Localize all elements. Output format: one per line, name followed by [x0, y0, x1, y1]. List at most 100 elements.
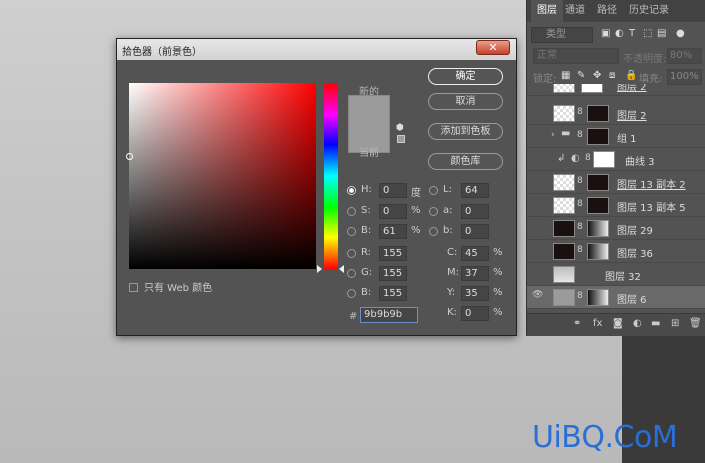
layer-row[interactable]: 8 图层 36: [527, 240, 705, 263]
lock-transparent-icon[interactable]: ▦: [561, 70, 570, 81]
layer-mask-thumbnail[interactable]: [587, 220, 609, 237]
checkbox-icon[interactable]: [129, 283, 138, 292]
input-y[interactable]: 35: [461, 286, 489, 301]
fx-icon[interactable]: fx: [593, 318, 602, 329]
radio-a[interactable]: [429, 207, 438, 216]
tab-channels[interactable]: 通道: [559, 0, 591, 22]
layer-name[interactable]: 图层 36: [617, 245, 653, 260]
radio-g[interactable]: [347, 269, 356, 278]
layer-row[interactable]: 8 图层 2: [527, 102, 705, 125]
color-library-button[interactable]: 颜色库: [428, 153, 503, 170]
layer-row[interactable]: 图层 32: [527, 263, 705, 286]
input-h[interactable]: 0: [379, 183, 407, 198]
link-layers-icon[interactable]: ⚭: [573, 318, 581, 329]
close-button[interactable]: ✕: [476, 40, 510, 55]
layer-name[interactable]: 图层 2: [617, 107, 647, 122]
radio-h[interactable]: [347, 186, 356, 195]
fill-input[interactable]: 100%: [667, 69, 702, 85]
hue-slider[interactable]: [324, 83, 338, 269]
visibility-toggle[interactable]: [532, 223, 542, 233]
radio-r[interactable]: [347, 249, 356, 258]
radio-brightness[interactable]: [347, 227, 356, 236]
layer-name[interactable]: 曲线 3: [625, 153, 655, 168]
layer-name[interactable]: 组 1: [617, 130, 637, 145]
layer-mask-thumbnail[interactable]: [587, 105, 609, 122]
radio-blue[interactable]: [347, 289, 356, 298]
add-to-swatches-button[interactable]: 添加到色板: [428, 123, 503, 140]
visibility-toggle[interactable]: [532, 154, 542, 164]
lock-all-icon[interactable]: 🔒: [625, 70, 637, 81]
visibility-toggle[interactable]: [532, 200, 542, 210]
visibility-toggle[interactable]: [532, 246, 542, 256]
layer-row[interactable]: 图层 2: [527, 84, 705, 96]
tab-history[interactable]: 历史记录: [623, 0, 675, 22]
new-group-icon[interactable]: ▬: [651, 318, 660, 329]
input-c[interactable]: 45: [461, 246, 489, 261]
eye-icon[interactable]: 👁: [532, 290, 543, 300]
radio-b-lab[interactable]: [429, 227, 438, 236]
radio-s[interactable]: [347, 207, 356, 216]
layer-row[interactable]: 8 图层 29: [527, 217, 705, 240]
filter-toggle-icon[interactable]: ●: [676, 28, 685, 39]
layer-group-row[interactable]: › ▬ 8 组 1: [527, 125, 705, 148]
visibility-toggle[interactable]: [532, 269, 542, 279]
layer-name[interactable]: 图层 2: [617, 84, 647, 93]
expand-arrow-icon[interactable]: ›: [551, 130, 555, 140]
new-layer-icon[interactable]: ⊞: [671, 318, 679, 329]
dialog-titlebar[interactable]: 拾色器（前景色） ✕: [117, 39, 516, 60]
layer-mask-thumbnail[interactable]: [581, 84, 603, 93]
layer-name[interactable]: 图层 13 副本 5: [617, 199, 686, 214]
smart-object-filter-icon[interactable]: ▤: [657, 28, 666, 39]
shape-filter-icon[interactable]: ⬚: [643, 28, 652, 39]
web-colors-only-checkbox[interactable]: 只有 Web 颜色: [129, 279, 212, 294]
input-a[interactable]: 0: [461, 204, 489, 219]
adjustment-filter-icon[interactable]: ◐: [615, 28, 624, 39]
input-brightness[interactable]: 61: [379, 224, 407, 239]
input-g[interactable]: 155: [379, 266, 407, 281]
visibility-toggle[interactable]: [532, 177, 542, 187]
layer-mask-thumbnail[interactable]: [587, 197, 609, 214]
layer-mask-thumbnail[interactable]: [587, 289, 609, 306]
new-adjustment-icon[interactable]: ◐: [633, 318, 642, 329]
radio-l[interactable]: [429, 186, 438, 195]
tab-paths[interactable]: 路径: [591, 0, 623, 22]
blend-mode-select[interactable]: 正常: [533, 48, 619, 64]
delete-layer-icon[interactable]: 🗑: [689, 318, 702, 329]
input-k[interactable]: 0: [461, 306, 489, 321]
color-cursor[interactable]: [126, 153, 133, 160]
layer-row-selected[interactable]: 👁 8 图层 6: [527, 286, 705, 309]
layer-mask-thumbnail[interactable]: [587, 174, 609, 191]
input-l[interactable]: 64: [461, 183, 489, 198]
saturation-brightness-field[interactable]: [126, 83, 316, 269]
layer-name[interactable]: 图层 13 副本 2: [617, 176, 686, 191]
visibility-toggle[interactable]: [532, 84, 542, 89]
type-filter-icon[interactable]: T: [629, 28, 635, 39]
layer-kind-filter[interactable]: 类型: [531, 27, 593, 43]
web-safe-swatch-icon[interactable]: [397, 135, 405, 143]
layer-mask-thumbnail[interactable]: [587, 128, 609, 145]
add-mask-icon[interactable]: ◙: [613, 318, 623, 329]
cancel-button[interactable]: 取消: [428, 93, 503, 110]
layer-row[interactable]: ↲ ◐ 8 曲线 3: [527, 148, 705, 171]
input-b-lab[interactable]: 0: [461, 224, 489, 239]
layer-name[interactable]: 图层 29: [617, 222, 653, 237]
layer-name[interactable]: 图层 6: [617, 291, 647, 306]
layer-row[interactable]: 8 图层 13 副本 2: [527, 171, 705, 194]
lock-artboard-icon[interactable]: ⧈: [609, 70, 615, 81]
input-s[interactable]: 0: [379, 204, 407, 219]
layer-mask-thumbnail[interactable]: [587, 243, 609, 260]
opacity-input[interactable]: 80%: [667, 48, 702, 64]
input-r[interactable]: 155: [379, 246, 407, 261]
lock-image-icon[interactable]: ✎: [577, 70, 585, 81]
layer-mask-thumbnail[interactable]: [593, 151, 615, 168]
out-of-gamut-cube-icon[interactable]: ⬢: [396, 123, 404, 133]
hue-slider-left-arrow-icon[interactable]: [317, 265, 322, 273]
ok-button[interactable]: 确定: [428, 68, 503, 85]
hue-slider-right-arrow-icon[interactable]: [339, 265, 344, 273]
layer-name[interactable]: 图层 32: [605, 268, 641, 283]
layer-row[interactable]: 8 图层 13 副本 5: [527, 194, 705, 217]
input-blue[interactable]: 155: [379, 286, 407, 301]
input-m[interactable]: 37: [461, 266, 489, 281]
visibility-toggle[interactable]: [532, 108, 542, 118]
visibility-toggle[interactable]: [532, 131, 542, 141]
